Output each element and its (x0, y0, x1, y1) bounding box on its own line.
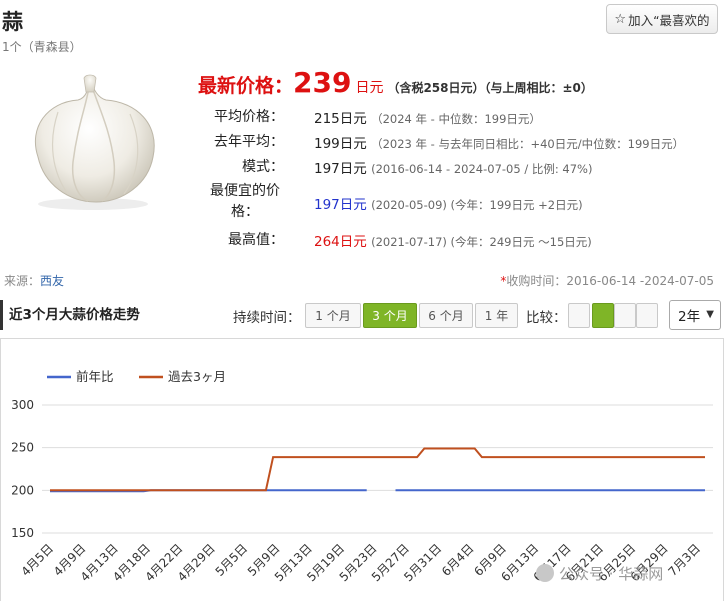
duration-1-month-button[interactable]: 1 个月 (305, 303, 361, 328)
cheapest-note-b: ) (578, 198, 583, 212)
source-label: 来源： (4, 274, 41, 288)
chart-section-title: 近3个月大蒜价格走势 (0, 300, 140, 330)
garlic-photo (34, 74, 155, 210)
y-tick-label: 250 (11, 441, 34, 455)
cheapest-value: 197日元 (2020-05-09) (今年：199日元 +2日元) (314, 193, 583, 213)
series-line-past-3-months (50, 447, 705, 492)
latest-price-unit: 日元 (355, 80, 384, 96)
highest-value: 264日元 (2021-07-17) (今年：249日元 ～15日元) (314, 230, 592, 250)
latest-price-note: （含税258日元）（与上周相比：±0） (387, 81, 593, 95)
highest-note-b: ) (587, 235, 592, 249)
source-link[interactable]: 西友 (40, 274, 64, 288)
chart-frame: 150 200 250 300 4月5日 4月9日 4月13日 4月18日 4月22日 4月29日… (0, 338, 724, 601)
last-year-diff: +40日元 (530, 137, 578, 151)
last-year-value: 199日元 （2023 年 - 与去年同日相比：+40日元/中位数：199日元） (314, 132, 684, 152)
last-year-label: 去年平均： (214, 134, 284, 150)
last-year-note-b: /中位数：199日元） (577, 137, 685, 151)
highest-price: 264日元 (314, 234, 367, 250)
wechat-icon (536, 564, 554, 582)
highest-diff: ～15日元 (538, 235, 588, 249)
page-title: 蒜 (2, 10, 23, 34)
add-favorite-button[interactable]: ☆ 加入“最喜欢的 (606, 4, 718, 34)
add-favorite-label: 加入“最喜欢的 (628, 12, 710, 28)
chevron-down-icon: ▼ (706, 309, 714, 320)
cheapest-note-a: (2020-05-09) (今年：199日元 (371, 198, 539, 212)
last-year-note-a: （2023 年 - 与去年同日相比： (371, 137, 531, 151)
average-value: 215日元 （2024 年 - 中位数：199日元） (314, 107, 541, 127)
mode-note: (2016-06-14 - 2024-07-05 / 比例: 47%) (371, 162, 593, 176)
compare-label: 比较： (526, 310, 567, 326)
x-tick-label: 4月5日 (18, 541, 56, 579)
highest-note-a: (2021-07-17) (今年：249日元 (371, 235, 539, 249)
compare-toggle-1[interactable] (568, 303, 590, 328)
product-subtitle: 1个（青森县） (2, 40, 82, 54)
x-tick-label: 6月4日 (439, 541, 477, 579)
collection-period: *收购时间：2016-06-14 -2024-07-05 (500, 272, 714, 289)
cheapest-label-line1: 最便宜的价 (210, 183, 280, 199)
cheapest-label-line2: 格： (231, 204, 259, 220)
y-tick-label: 200 (11, 483, 34, 497)
star-icon: ☆ (614, 11, 627, 27)
latest-price: 最新价格：239 日元 （含税258日元）（与上周相比：±0） (198, 66, 593, 102)
x-tick-label: 5月5日 (213, 541, 251, 579)
mode-value: 197日元 (2016-06-14 - 2024-07-05 / 比例: 47%… (314, 157, 592, 177)
latest-price-label: 最新价格： (198, 75, 294, 97)
mode-price: 197日元 (314, 161, 367, 177)
cheapest-price: 197日元 (314, 197, 367, 213)
duration-label: 持续时间： (233, 310, 301, 326)
watermark-text: 公众号 · 华蒜网 (559, 565, 663, 583)
compare-toggle-4[interactable] (636, 303, 658, 328)
y-tick-label: 150 (11, 526, 34, 540)
duration-1-year-button[interactable]: 1 年 (475, 303, 518, 328)
price-line-chart: 1502002503004月5日4月9日4月13日4月18日4月22日4月29日… (11, 369, 713, 584)
compare-toggle-2[interactable] (592, 303, 614, 328)
x-tick-label: 7月3日 (665, 541, 703, 579)
legend-label: 過去3ヶ月 (168, 369, 226, 384)
year-select[interactable]: 2年 ▼ (669, 300, 721, 330)
highest-label: 最高值： (228, 232, 284, 248)
cheapest-diff: +2日元 (538, 198, 579, 212)
y-tick-label: 300 (11, 398, 34, 412)
average-price: 215日元 (314, 111, 367, 127)
duration-6-months-button[interactable]: 6 个月 (419, 303, 473, 328)
cheapest-label: 最便宜的价 格： (200, 181, 290, 223)
latest-price-value: 239 (293, 66, 352, 99)
average-note: （2024 年 - 中位数：199日元） (371, 112, 541, 126)
duration-3-months-button[interactable]: 3 个月 (363, 303, 417, 328)
compare-toggle-3[interactable] (614, 303, 636, 328)
last-year-price: 199日元 (314, 136, 367, 152)
year-select-value: 2年 (678, 309, 701, 325)
mode-label: 模式： (242, 159, 284, 175)
collection-text: 收购时间：2016-06-14 -2024-07-05 (506, 274, 714, 288)
legend-label: 前年比 (76, 369, 114, 384)
average-label: 平均价格： (214, 109, 284, 125)
source-info: 来源：西友 (4, 272, 64, 289)
